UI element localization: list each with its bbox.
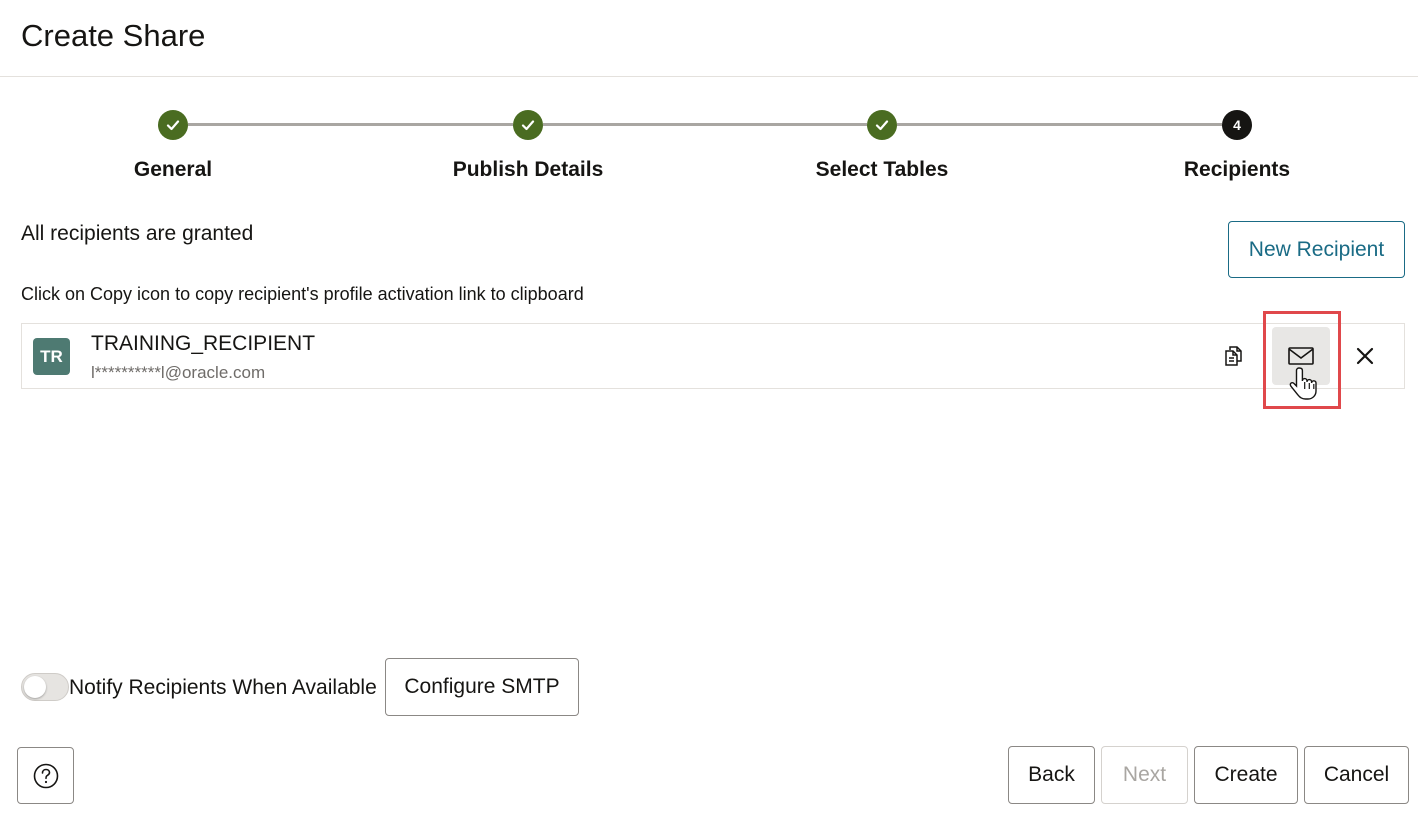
step-connector [897, 123, 1222, 126]
help-icon [33, 763, 58, 788]
email-icon [1288, 347, 1314, 365]
step-general-check-icon[interactable] [158, 110, 188, 140]
step-connector [188, 123, 513, 126]
remove-recipient-button[interactable] [1349, 340, 1381, 372]
toggle-knob [24, 676, 46, 698]
new-recipient-button[interactable]: New Recipient [1228, 221, 1405, 278]
recipient-name: TRAINING_RECIPIENT [91, 332, 316, 355]
copy-link-button[interactable] [1218, 340, 1250, 372]
step-select-tables-check-icon[interactable] [867, 110, 897, 140]
create-button[interactable]: Create [1194, 746, 1298, 804]
help-button[interactable] [17, 747, 74, 804]
copy-icon [1225, 346, 1242, 366]
notify-label: Notify Recipients When Available [69, 676, 377, 699]
step-label-select-tables[interactable]: Select Tables [732, 158, 1032, 182]
granted-message: All recipients are granted [21, 222, 254, 245]
page-title: Create Share [21, 18, 206, 53]
recipient-email: l**********l@oracle.com [91, 363, 266, 382]
step-label-general[interactable]: General [23, 158, 323, 182]
recipient-row: TR TRAINING_RECIPIENT l**********l@oracl… [21, 323, 1405, 389]
copy-hint-text: Click on Copy icon to copy recipient's p… [21, 284, 584, 304]
step-recipients-number[interactable]: 4 [1222, 110, 1252, 140]
hand-cursor-icon [1289, 367, 1317, 400]
step-connector [543, 123, 867, 126]
close-icon [1356, 347, 1374, 365]
step-label-recipients[interactable]: Recipients [1087, 158, 1387, 182]
cancel-button[interactable]: Cancel [1304, 746, 1409, 804]
page-header: Create Share [0, 0, 1418, 77]
back-button[interactable]: Back [1008, 746, 1095, 804]
configure-smtp-button[interactable]: Configure SMTP [385, 658, 579, 716]
notify-toggle[interactable] [21, 673, 69, 701]
step-label-publish-details[interactable]: Publish Details [378, 158, 678, 182]
step-publish-details-check-icon[interactable] [513, 110, 543, 140]
next-button[interactable]: Next [1101, 746, 1188, 804]
avatar: TR [33, 338, 70, 375]
